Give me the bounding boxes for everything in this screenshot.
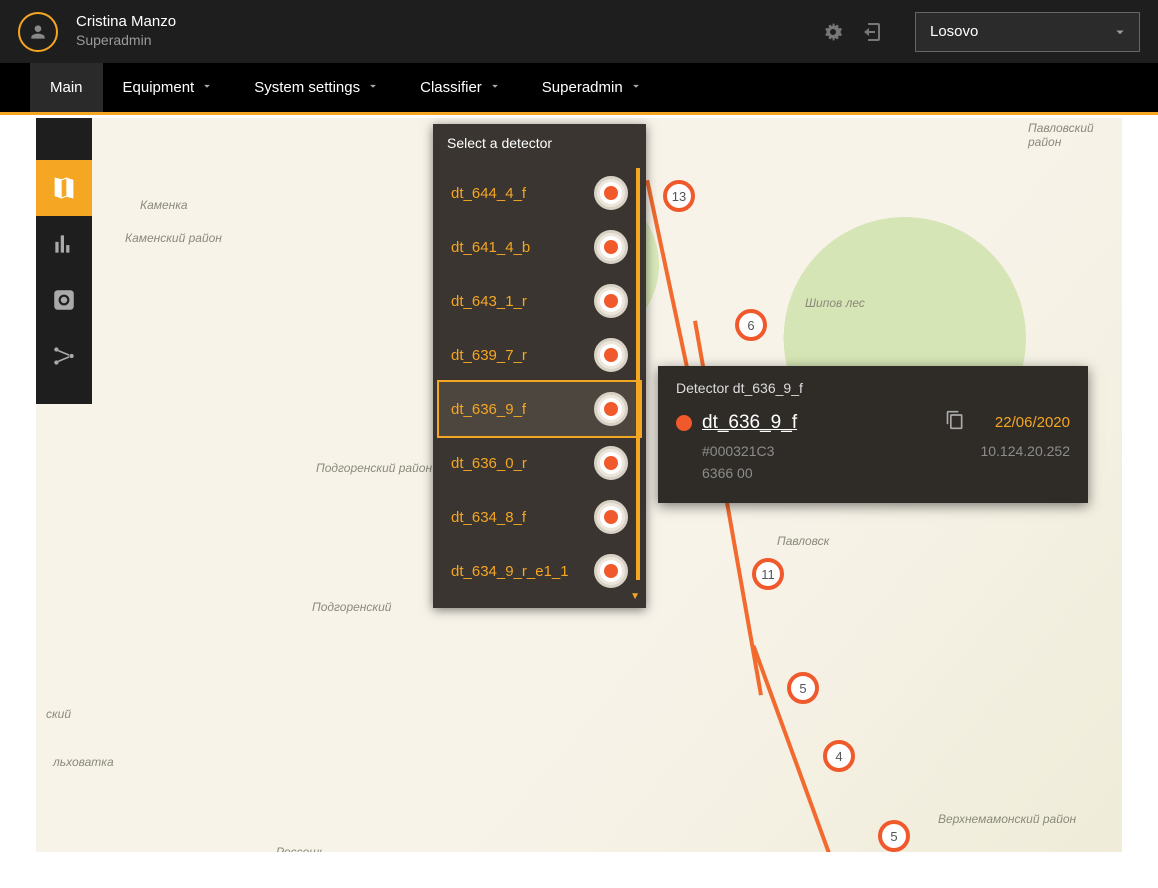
detector-list: dt_644_4_f dt_641_4_b dt_643_1_r dt_639_7_r…	[433, 162, 646, 608]
logout-icon[interactable]	[857, 18, 885, 46]
radio-icon	[594, 176, 628, 210]
settings-icon[interactable]	[819, 18, 847, 46]
chevron-down-icon	[366, 79, 380, 97]
detector-label: dt_636_0_r	[451, 455, 527, 472]
chevron-down-icon	[200, 79, 214, 97]
topbar: Cristina Manzo Superadmin Losovo	[0, 0, 1158, 63]
avatar[interactable]	[18, 12, 58, 52]
detector-item[interactable]: dt_643_1_r	[439, 274, 640, 328]
detector-label: dt_641_4_b	[451, 239, 530, 256]
radio-icon	[594, 230, 628, 264]
detector-label: dt_634_8_f	[451, 509, 526, 526]
map-label: Шипов лес	[805, 296, 865, 310]
detector-header: Select a detector	[433, 124, 646, 162]
radio-icon	[594, 446, 628, 480]
menu-main[interactable]: Main	[30, 63, 103, 115]
detector-label: dt_643_1_r	[451, 293, 527, 310]
map-label: Павловск	[777, 534, 829, 548]
map-label: Каменский район	[125, 231, 222, 245]
detector-panel: Select a detector dt_644_4_fdt_641_4_bdt…	[433, 124, 646, 608]
detector-label: dt_634_9_r_e1_1	[451, 563, 569, 580]
radio-icon	[594, 338, 628, 372]
detector-label: dt_639_7_r	[451, 347, 527, 364]
user-name: Cristina Manzo	[76, 13, 176, 32]
detector-item[interactable]: dt_639_7_r	[439, 328, 640, 382]
location-value: Losovo	[930, 23, 978, 40]
map-label: Подгоренский район	[316, 461, 432, 475]
map-marker[interactable]: 5	[878, 820, 910, 852]
chevron-down-icon	[488, 79, 502, 97]
menu-equipment[interactable]: Equipment	[103, 63, 235, 112]
radio-icon	[594, 392, 628, 426]
menu-superadmin[interactable]: Superadmin	[522, 63, 663, 112]
map-label: Подгоренский	[312, 600, 391, 614]
copy-icon[interactable]	[945, 410, 965, 435]
detail-code: 6366 00	[702, 465, 753, 481]
sidebar-camera[interactable]	[36, 272, 92, 328]
map-marker[interactable]: 5	[787, 672, 819, 704]
radio-icon	[594, 554, 628, 588]
radio-icon	[594, 500, 628, 534]
detector-label: dt_644_4_f	[451, 185, 526, 202]
detector-item[interactable]: dt_634_8_f	[439, 490, 640, 544]
user-role: Superadmin	[76, 32, 176, 50]
detail-name[interactable]: dt_636_9_f	[702, 412, 797, 434]
map-label: льховатка	[53, 755, 114, 769]
sidebar-map[interactable]	[36, 160, 92, 216]
topbar-actions	[819, 18, 885, 46]
detector-item[interactable]: dt_636_0_r	[439, 436, 640, 490]
map-label: Россошь	[276, 845, 326, 852]
hamburger-icon[interactable]	[36, 122, 92, 160]
detector-item[interactable]: dt_636_9_f	[439, 382, 640, 436]
scroll-indicator: ▼	[630, 591, 640, 602]
map-marker[interactable]: 13	[663, 180, 695, 212]
map-label: ский	[46, 707, 71, 721]
detector-label: dt_636_9_f	[451, 401, 526, 418]
status-dot	[676, 415, 692, 431]
menu-classifier[interactable]: Classifier	[400, 63, 522, 112]
detail-hash: #000321C3	[702, 443, 774, 459]
sidebar-chart[interactable]	[36, 216, 92, 272]
sidebar	[36, 118, 92, 404]
map-label: Верхнемамонский район	[938, 812, 1076, 826]
map-marker[interactable]: 6	[735, 309, 767, 341]
menu-system-settings[interactable]: System settings	[234, 63, 400, 112]
detail-card: Detector dt_636_9_f dt_636_9_f 22/06/202…	[658, 366, 1088, 503]
location-select[interactable]: Losovo	[915, 12, 1140, 52]
detector-item[interactable]: dt_644_4_f	[439, 166, 640, 220]
detail-title: Detector dt_636_9_f	[676, 380, 1070, 396]
chevron-down-icon	[629, 79, 643, 97]
detail-ip: 10.124.20.252	[980, 443, 1070, 459]
chevron-down-icon	[1111, 23, 1129, 45]
detail-date: 22/06/2020	[995, 414, 1070, 431]
map-label: Каменка	[140, 198, 188, 212]
detector-item[interactable]: dt_641_4_b	[439, 220, 640, 274]
detector-item[interactable]: dt_634_9_r_e1_1	[439, 544, 640, 598]
radio-icon	[594, 284, 628, 318]
sidebar-graph[interactable]	[36, 328, 92, 384]
map-marker[interactable]: 11	[752, 558, 784, 590]
map-marker[interactable]: 4	[823, 740, 855, 772]
user-block: Cristina Manzo Superadmin	[76, 13, 176, 49]
map-label: Павловский район	[1028, 121, 1122, 149]
menubar: MainEquipment System settings Classifier…	[0, 63, 1158, 115]
